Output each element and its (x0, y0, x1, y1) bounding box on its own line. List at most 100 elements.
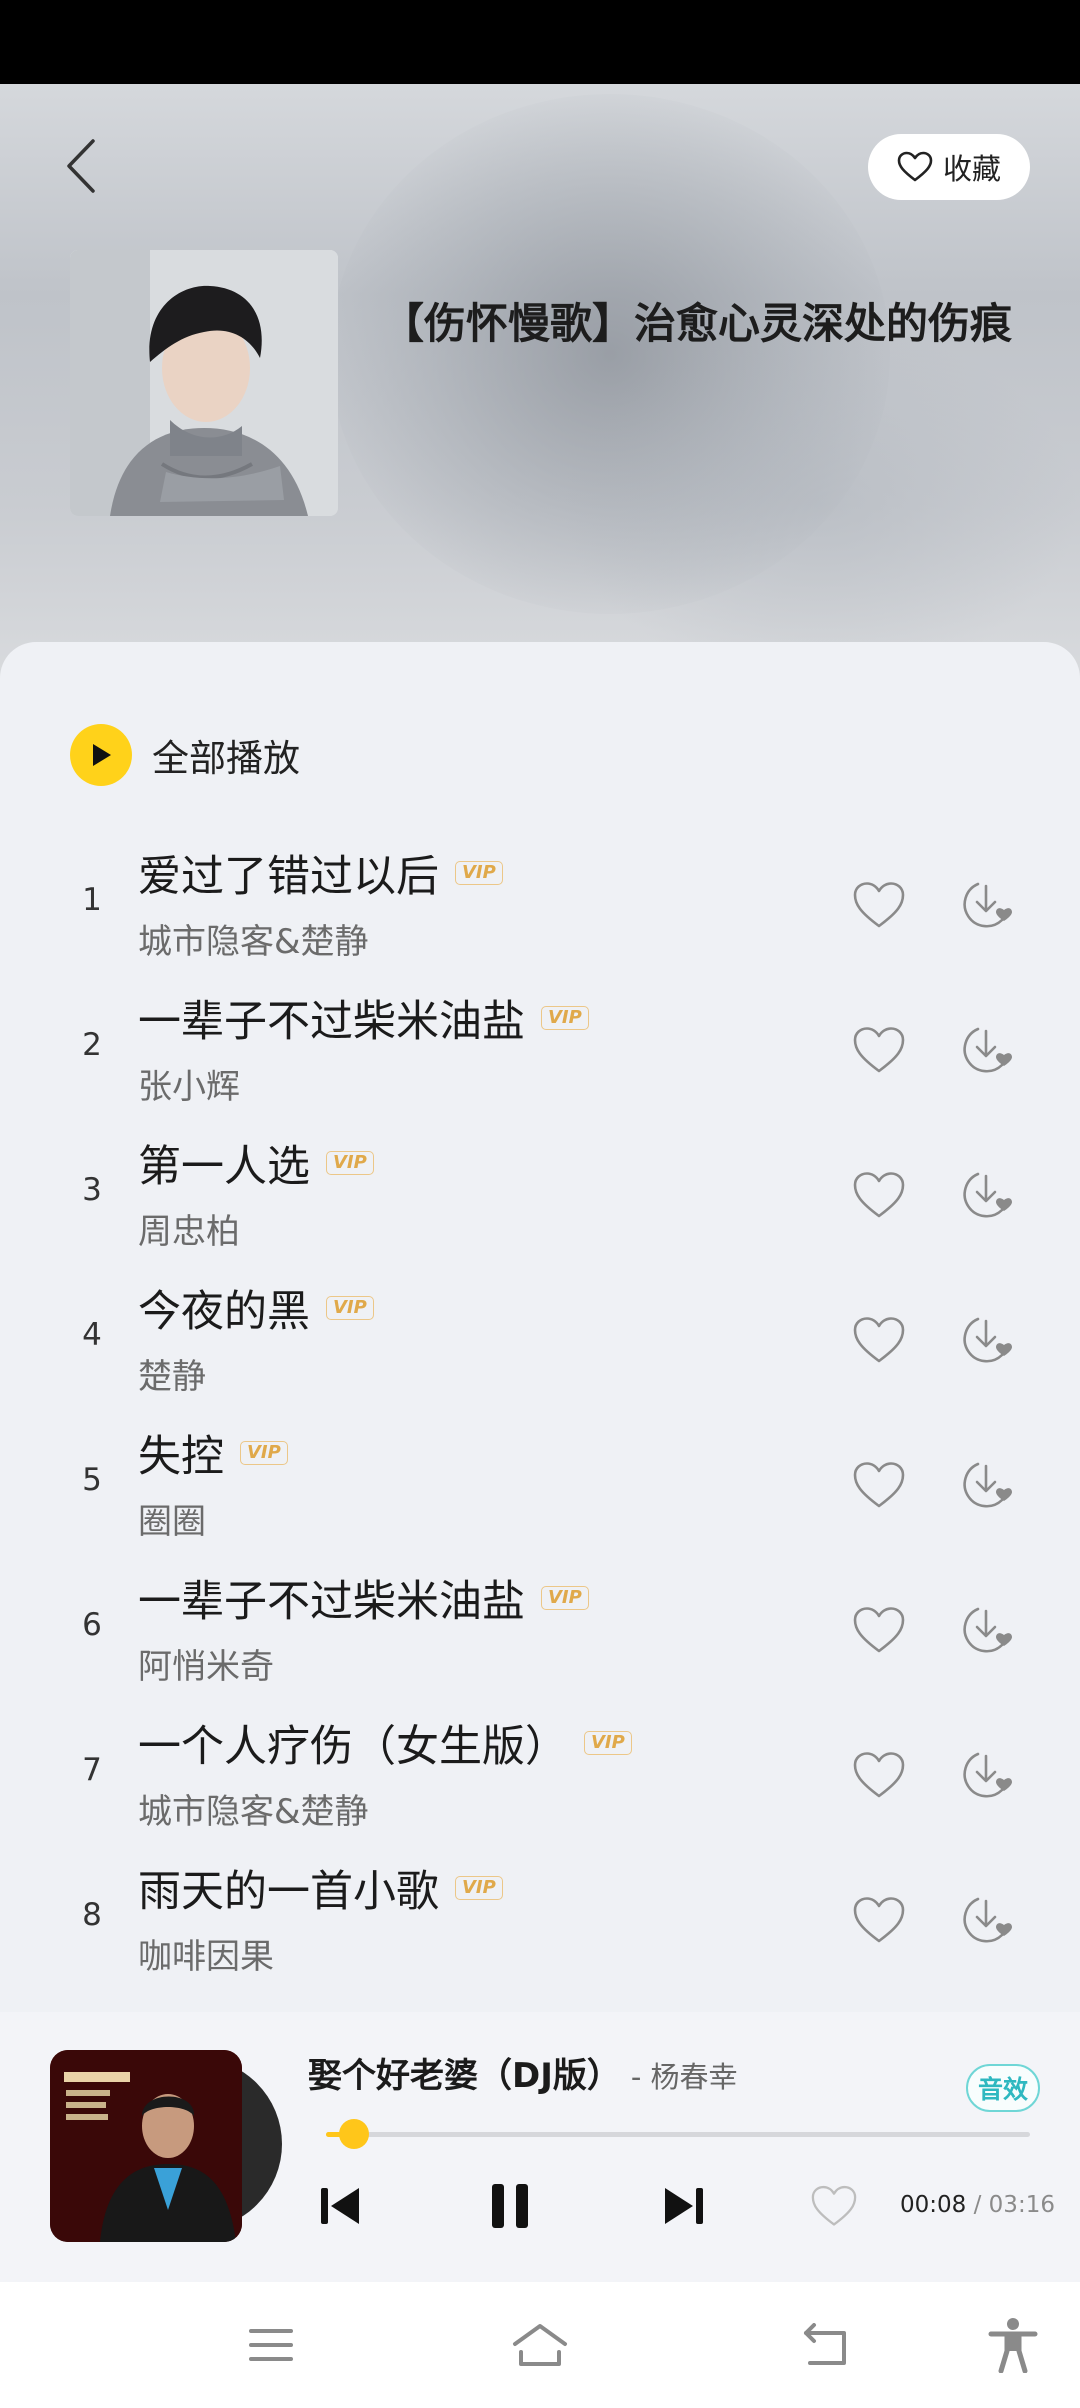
favorite-button[interactable]: 收藏 (868, 134, 1030, 200)
song-title: 失控 (138, 1432, 224, 1482)
song-artist: 城市隐客&楚静 (138, 922, 369, 962)
song-title: 一个人疗伤（女生版） (138, 1722, 568, 1772)
menu-icon (249, 2329, 293, 2361)
song-title: 雨天的一首小歌 (138, 1867, 439, 1917)
pause-button[interactable] (478, 2178, 542, 2234)
heart-icon[interactable] (852, 1460, 906, 1510)
now-playing-info[interactable]: 娶个好老婆（DJ版） - 杨春幸 (308, 2048, 738, 2097)
download-icon[interactable] (958, 1456, 1014, 1512)
heart-icon[interactable] (852, 1170, 906, 1220)
song-title: 一辈子不过柴米油盐 (138, 1577, 525, 1627)
heart-icon[interactable] (852, 1315, 906, 1365)
song-index: 5 (82, 1462, 102, 1498)
song-title: 爱过了错过以后 (138, 852, 439, 902)
home-icon (513, 2324, 567, 2366)
song-artist: 张小辉 (138, 1067, 240, 1107)
heart-icon[interactable] (852, 1895, 906, 1945)
favorite-label: 收藏 (942, 152, 1001, 186)
heart-outline-icon (897, 151, 933, 182)
nav-accessibility-button[interactable] (978, 2312, 1048, 2378)
song-index: 3 (82, 1172, 102, 1208)
song-row[interactable]: 2 一辈子不过柴米油盐 VIP 张小辉 (0, 977, 1080, 1122)
now-playing-title: 娶个好老婆（DJ版） (308, 2056, 621, 2096)
sound-effect-button[interactable]: 音效 (966, 2064, 1040, 2112)
playlist-cover (70, 250, 338, 516)
vip-badge: VIP (455, 861, 503, 885)
header-background-blur-2 (560, 324, 1080, 684)
heart-icon[interactable] (852, 1605, 906, 1655)
previous-button[interactable] (312, 2178, 368, 2234)
nav-home-button[interactable] (505, 2312, 575, 2378)
like-button[interactable] (806, 2178, 862, 2234)
song-row[interactable]: 3 第一人选 VIP 周忠柏 (0, 1122, 1080, 1267)
play-all-button[interactable]: 全部播放 (70, 724, 300, 786)
accessibility-icon (988, 2318, 1038, 2373)
now-playing-artist: - 杨春幸 (630, 2060, 738, 2094)
song-row[interactable]: 1 爱过了错过以后 VIP 城市隐客&楚静 (0, 832, 1080, 977)
progress-bar[interactable] (326, 2119, 1030, 2149)
song-index: 8 (82, 1897, 102, 1933)
heart-icon[interactable] (852, 1750, 906, 1800)
now-playing-cover-art (50, 2050, 242, 2242)
playlist-header: 收藏 【伤怀慢歌】治愈心灵深处的伤痕 (0, 84, 1080, 684)
song-artist: 楚静 (138, 1357, 206, 1397)
download-icon[interactable] (958, 1311, 1014, 1367)
vip-badge: VIP (240, 1441, 288, 1465)
heart-icon[interactable] (852, 1025, 906, 1075)
download-icon[interactable] (958, 1891, 1014, 1947)
song-index: 7 (82, 1752, 102, 1788)
now-playing-artwork[interactable] (50, 2050, 282, 2242)
vip-badge: VIP (541, 1006, 589, 1030)
vip-badge: VIP (541, 1586, 589, 1610)
time-separator: / (973, 2192, 982, 2218)
system-navigation-bar (0, 2282, 1080, 2408)
song-artist: 圈圈 (138, 1502, 206, 1542)
song-title: 今夜的黑 (138, 1287, 310, 1337)
song-index: 4 (82, 1317, 102, 1353)
skip-next-icon (665, 2188, 703, 2224)
nav-menu-button[interactable] (236, 2312, 306, 2378)
song-index: 1 (82, 882, 102, 918)
chevron-left-icon (67, 139, 95, 193)
song-row[interactable]: 7 一个人疗伤（女生版） VIP 城市隐客&楚静 (0, 1702, 1080, 1847)
song-artist: 城市隐客&楚静 (138, 1792, 369, 1832)
back-icon (804, 2323, 846, 2365)
next-button[interactable] (656, 2178, 712, 2234)
status-bar (0, 0, 1080, 84)
play-all-label: 全部播放 (152, 737, 300, 780)
song-list-panel: 全部播放 1 爱过了错过以后 VIP 城市隐客&楚静 2 一辈子不过柴米油盐 V… (0, 642, 1080, 2012)
nav-back-button[interactable] (790, 2312, 860, 2378)
song-index: 6 (82, 1607, 102, 1643)
cover-artwork (70, 250, 338, 516)
current-time: 00:08 (900, 2192, 967, 2218)
vip-badge: VIP (326, 1151, 374, 1175)
playlist-title: 【伤怀慢歌】治愈心灵深处的伤痕 (382, 299, 1013, 348)
song-row[interactable]: 4 今夜的黑 VIP 楚静 (0, 1267, 1080, 1412)
pause-icon (492, 2184, 528, 2228)
now-playing-cover (50, 2050, 242, 2242)
skip-previous-icon (321, 2188, 359, 2224)
heart-icon (811, 2185, 857, 2226)
song-artist: 周忠柏 (138, 1212, 240, 1252)
playback-time: 00:08 / 03:16 (900, 2192, 1055, 2218)
song-index: 2 (82, 1027, 102, 1063)
song-row[interactable]: 6 一辈子不过柴米油盐 VIP 阿悄米奇 (0, 1557, 1080, 1702)
song-title: 第一人选 (138, 1142, 310, 1192)
vip-badge: VIP (326, 1296, 374, 1320)
progress-thumb[interactable] (339, 2119, 370, 2149)
download-icon[interactable] (958, 1021, 1014, 1077)
song-title: 一辈子不过柴米油盐 (138, 997, 525, 1047)
download-icon[interactable] (958, 1601, 1014, 1657)
mini-player[interactable]: 娶个好老婆（DJ版） - 杨春幸 音效 00:08 / 03:16 (0, 2012, 1080, 2282)
song-row[interactable]: 5 失控 VIP 圈圈 (0, 1412, 1080, 1557)
vip-badge: VIP (584, 1731, 632, 1755)
song-artist: 咖啡因果 (138, 1937, 274, 1977)
heart-icon[interactable] (852, 880, 906, 930)
download-icon[interactable] (958, 1746, 1014, 1802)
back-button[interactable] (50, 136, 110, 196)
download-icon[interactable] (958, 1166, 1014, 1222)
song-artist: 阿悄米奇 (138, 1647, 274, 1687)
song-row[interactable]: 8 雨天的一首小歌 VIP 咖啡因果 (0, 1847, 1080, 1992)
total-time: 03:16 (988, 2192, 1055, 2218)
download-icon[interactable] (958, 876, 1014, 932)
